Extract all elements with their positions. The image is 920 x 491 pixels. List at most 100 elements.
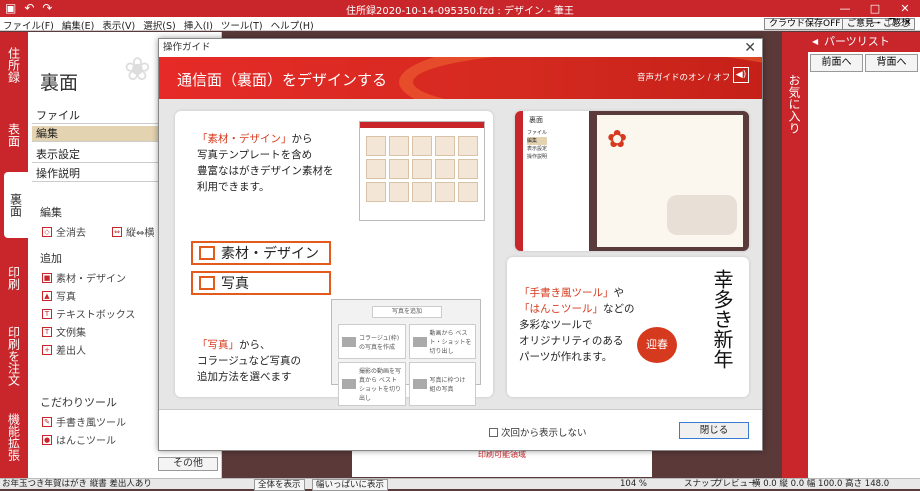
menu-insert[interactable]: 挿入(I)	[184, 18, 213, 32]
photo-option-collage: コラージュ(枠)の写真を作成	[338, 324, 406, 359]
dont-show-checkbox[interactable]: 次回から表示しない	[489, 425, 587, 439]
card-preview-postcard: ✿	[597, 115, 743, 247]
material-screenshot	[359, 121, 485, 221]
doc-minimize-button[interactable]: —	[872, 18, 881, 28]
status-card-type: お年玉つき年賀はがき 縦書 差出人あり	[2, 479, 152, 489]
photo-option-video: 動画から ベスト・ショットを切り出し	[408, 324, 476, 359]
add-sender-button[interactable]: + 差出人	[42, 342, 86, 357]
rotate-icon: ⇔	[112, 226, 122, 237]
eraser-icon: ◇	[42, 226, 52, 237]
dialog-footer: 次回から表示しない 閉じる	[159, 409, 762, 450]
photo-link-text: 「写真」	[197, 339, 239, 351]
checkbox-icon[interactable]	[489, 427, 498, 437]
bring-forward-button[interactable]: 前面へ	[810, 54, 863, 72]
add-material-button[interactable]: ■ 素材・デザイン	[42, 270, 126, 285]
guide-card-material: 「素材・デザイン」から 写真テンプレートを含め 豊富なはがきデザイン素材を 利用…	[175, 111, 493, 406]
plum-blossom-icon: ✿	[607, 125, 628, 153]
other-tab[interactable]: その他	[158, 457, 218, 471]
add-textbox-button[interactable]: T テキストボックス	[42, 306, 135, 321]
menu-tools[interactable]: ツール(T)	[221, 18, 263, 32]
tab-extensions[interactable]: 機能拡張	[2, 402, 26, 472]
preview-toggle[interactable]: プレビュー	[714, 479, 757, 489]
handwriting-link-text: 「手書き風ツール」	[519, 287, 614, 299]
menu-help[interactable]: ヘルプ(H)	[271, 18, 314, 32]
photo-icon: ▲	[42, 290, 52, 301]
doc-restore-button[interactable]: ❐	[888, 18, 896, 28]
left-tab-strip: 住所録 表面 裏面 印刷 印刷を注文 機能拡張	[0, 32, 28, 478]
material-icon: ■	[42, 272, 52, 283]
guide-card-tools: 「手書き風ツール」や 「はんこツール」などの 多彩なツールで オリジナリティのあ…	[507, 257, 749, 397]
window-title: 住所録2020-10-14-095350.fzd : デザイン - 筆王	[346, 6, 574, 17]
dialog-body: 「素材・デザイン」から 写真テンプレートを含め 豊富なはがきデザイン素材を 利用…	[159, 99, 762, 409]
snap-toggle[interactable]: スナップ	[684, 479, 718, 489]
material-box-icon	[199, 246, 215, 260]
geishun-stamp: 迎春	[637, 327, 677, 363]
dialog-close-button[interactable]: 閉じる	[679, 422, 749, 439]
kodawari-section-title: こだわりツール	[40, 396, 117, 409]
dialog-close-icon[interactable]: ✕	[744, 40, 756, 56]
doc-close-button[interactable]: ✕	[904, 18, 912, 28]
collapse-icon[interactable]: ◀	[812, 32, 818, 52]
clear-all-button[interactable]: ◇ 全消去	[42, 224, 86, 239]
brush-icon: ✎	[42, 416, 52, 427]
right-panel: お気に入り ◀ パーツリスト 前面へ 背面へ	[782, 32, 920, 478]
menu-select[interactable]: 選択(S)	[143, 18, 175, 32]
window-controls: — □ ✕	[830, 0, 920, 17]
send-backward-button[interactable]: 背面へ	[865, 54, 918, 72]
handwriting-tool-button[interactable]: ✎ 手書き風ツール	[42, 414, 126, 429]
close-button[interactable]: ✕	[890, 0, 920, 17]
card-preview-image: 裏面 ファイル 編集 表示設定 操作説明 ✿	[515, 111, 749, 251]
mini-panel-screenshot: 裏面 ファイル 編集 表示設定 操作説明	[515, 111, 589, 251]
menu-bar: ファイル(F) 編集(E) 表示(V) 選択(S) 挿入(I) ツール(T) ヘ…	[0, 17, 920, 32]
phrase-icon: T	[42, 326, 52, 337]
dialog-banner: 通信面（裏面）をデザインする 音声ガイドのオン / オフ ◀)	[159, 57, 762, 99]
menu-edit[interactable]: 編集(E)	[62, 18, 94, 32]
fit-width-button[interactable]: 幅いっぱいに表示	[312, 479, 389, 491]
add-section-title: 追加	[40, 252, 62, 265]
tab-front[interactable]: 表面	[2, 102, 26, 168]
stamp-icon: ●	[42, 434, 52, 445]
banner-title: 通信面（裏面）をデザインする	[177, 71, 388, 89]
calligraphy-text: 幸多き新年	[710, 269, 734, 369]
menu-view[interactable]: 表示(V)	[102, 18, 135, 32]
photo-option-bestshot: 撮影の動画を写真から ベストショットを切り出し	[338, 362, 406, 406]
add-photo-button[interactable]: ▲ 写真	[42, 288, 76, 303]
stamp-tool-button[interactable]: ● はんこツール	[42, 432, 116, 447]
photo-option-add: 写真を追加	[372, 306, 442, 318]
panel-heading: 裏面	[40, 72, 79, 94]
text-icon: T	[42, 308, 52, 319]
speaker-icon[interactable]: ◀)	[733, 67, 749, 83]
fit-all-button[interactable]: 全体を表示	[254, 479, 305, 491]
photo-option-frame: 写真に枠つけ 組の写真	[408, 362, 476, 406]
edit-section-title: 編集	[40, 206, 62, 219]
add-phrase-button[interactable]: T 文例集	[42, 324, 86, 339]
photo-options-screenshot: 写真を追加 コラージュ(枠)の写真を作成 動画から ベスト・ショットを切り出し …	[331, 299, 481, 406]
tab-print[interactable]: 印刷	[2, 246, 26, 310]
zoom-level[interactable]: 104 %	[620, 479, 647, 489]
photo-box: 写真	[191, 271, 331, 295]
cow-illustration	[667, 195, 737, 235]
status-bar: お年玉つき年賀はがき 縦書 差出人あり 全体を表示 幅いっぱいに表示 104 %…	[0, 478, 920, 491]
operation-guide-dialog: 操作ガイド ✕ 通信面（裏面）をデザインする 音声ガイドのオン / オフ ◀) …	[158, 38, 763, 451]
dialog-title: 操作ガイド	[163, 42, 211, 53]
tab-favorites[interactable]: お気に入り	[786, 74, 803, 134]
sender-icon: +	[42, 344, 52, 355]
maximize-button[interactable]: □	[860, 0, 890, 17]
parts-list-header: ◀ パーツリスト	[808, 32, 920, 52]
right-tab-strip: お気に入り	[782, 32, 808, 478]
tab-address-book[interactable]: 住所録	[2, 36, 26, 94]
voice-guide-toggle[interactable]: 音声ガイドのオン / オフ	[637, 71, 730, 83]
stamp-link-text: 「はんこツール」	[519, 303, 603, 315]
material-link-text: 「素材・デザイン」	[197, 133, 292, 145]
orientation-button[interactable]: ⇔ 縦⇔横	[112, 224, 154, 239]
title-bar: ▣ ↶ ↷ 住所録2020-10-14-095350.fzd : デザイン - …	[0, 0, 920, 17]
cloud-save-button[interactable]: クラウド保存OFF	[764, 18, 846, 30]
material-design-box: 素材・デザイン	[191, 241, 331, 265]
tab-back[interactable]: 裏面	[4, 172, 28, 238]
tab-order-print[interactable]: 印刷を注文	[2, 316, 26, 396]
photo-box-icon	[199, 276, 215, 290]
coordinates-readout: 横 0.0 縦 0.0 幅 100.0 高さ 148.0	[752, 479, 890, 489]
menu-file[interactable]: ファイル(F)	[3, 18, 54, 32]
layer-buttons: 前面へ 背面へ	[808, 52, 920, 74]
minimize-button[interactable]: —	[830, 0, 860, 17]
